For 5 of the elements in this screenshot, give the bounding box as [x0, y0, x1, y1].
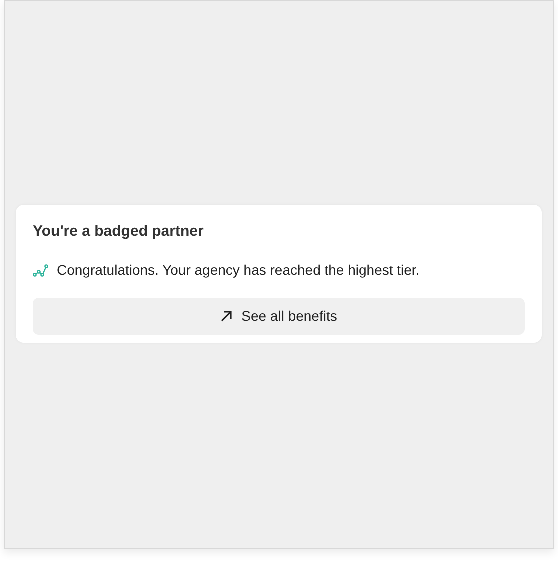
- see-all-benefits-button[interactable]: See all benefits: [33, 298, 525, 335]
- card-title: You're a badged partner: [33, 222, 205, 242]
- arrow-up-right-icon: [220, 311, 232, 322]
- trend-chart-icon: [33, 264, 49, 278]
- congratulations-message: Congratulations. Your agency has reached the highest tier.: [57, 261, 420, 280]
